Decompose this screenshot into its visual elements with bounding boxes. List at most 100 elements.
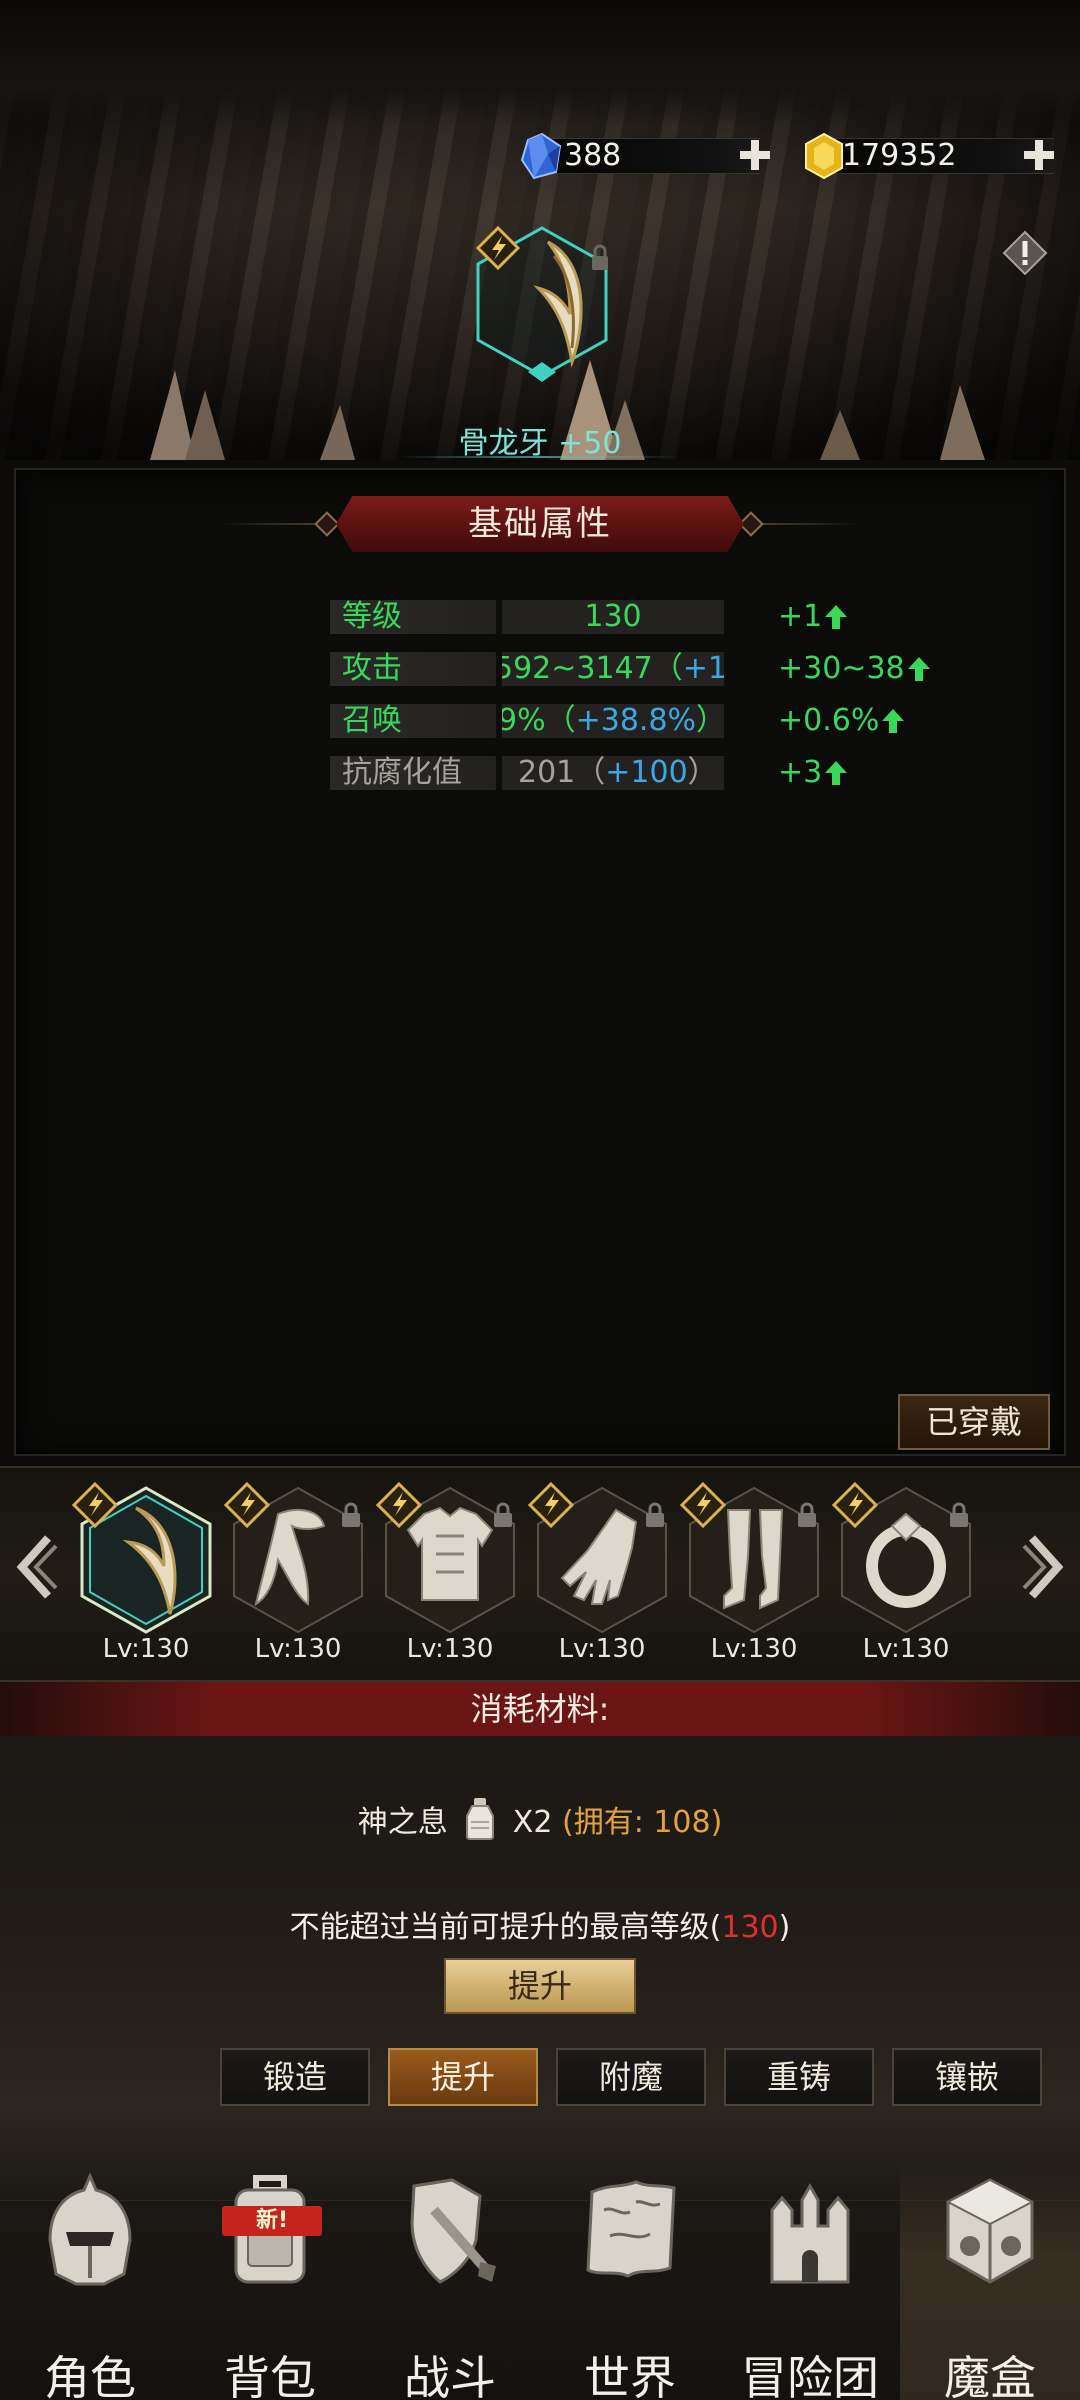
material-quantity: X2 xyxy=(512,1805,553,1840)
attribute-delta: +1 xyxy=(778,600,848,634)
lock-icon xyxy=(342,1502,360,1527)
status-strip xyxy=(0,0,1080,125)
chevron-right-icon[interactable] xyxy=(1018,1532,1068,1602)
legendary-badge-icon xyxy=(680,1482,726,1528)
attribute-delta-text: +30~38 xyxy=(778,651,905,686)
section-title-bar: 基础属性 xyxy=(0,496,1080,552)
material-owned: (拥有: 108) xyxy=(561,1805,723,1840)
nav-label: 角色 xyxy=(44,2351,136,2400)
nav-label: 冒险团 xyxy=(741,2351,879,2400)
up-arrow-icon xyxy=(825,605,848,629)
level-limit-notice: 不能超过当前可提升的最高等级(130) xyxy=(0,1902,1080,1946)
diamond-amount: 388 xyxy=(564,138,622,173)
add-diamond-button[interactable] xyxy=(736,136,774,174)
material-name: 神之息 xyxy=(357,1805,448,1840)
nav-label: 魔盒 xyxy=(944,2351,1036,2400)
nav-label: 战斗 xyxy=(404,2351,496,2400)
diamond-currency: 388 xyxy=(518,132,770,180)
material-row: 神之息 X2 (拥有: 108) xyxy=(0,1796,1080,1840)
castle-icon xyxy=(770,2182,850,2284)
attribute-delta-text: +3 xyxy=(778,755,823,790)
equipment-slot[interactable]: Lv:130 xyxy=(376,1480,524,1670)
materials-header: 消耗材料: xyxy=(0,1682,1080,1736)
equipment-slot[interactable]: Lv:130 xyxy=(528,1480,676,1670)
lock-icon xyxy=(592,244,608,270)
attribute-delta-text: +0.6% xyxy=(778,703,880,738)
tab-inlay[interactable]: 镶嵌 xyxy=(892,2048,1042,2106)
nav-label: 世界 xyxy=(584,2351,676,2400)
limit-level: 130 xyxy=(721,1910,779,1945)
slot-level: Lv:130 xyxy=(102,1634,190,1664)
equipment-slot[interactable]: Lv:130 xyxy=(832,1480,980,1670)
attribute-value-bonus: +38.8% xyxy=(575,704,697,738)
gold-amount: 179352 xyxy=(842,138,957,173)
lock-icon xyxy=(798,1502,816,1527)
sword-shield-icon xyxy=(410,2178,496,2284)
attribute-name: 等级 xyxy=(330,600,496,634)
attribute-delta: +3 xyxy=(778,756,848,790)
tab-forge[interactable]: 锻造 xyxy=(220,2048,370,2106)
tab-enchant[interactable]: 附魔 xyxy=(556,2048,706,2106)
nav-backpack[interactable]: 新! 背包 xyxy=(180,2160,360,2400)
chevron-left-icon[interactable] xyxy=(12,1532,62,1602)
up-arrow-icon xyxy=(882,709,905,733)
nav-battle[interactable]: 战斗 xyxy=(360,2160,540,2400)
attribute-value-end: ） xyxy=(696,704,724,738)
attribute-value-bonus: +16 xyxy=(682,652,724,686)
info-icon[interactable] xyxy=(1002,230,1048,276)
legendary-badge-icon xyxy=(528,1482,574,1528)
gold-crystal-icon xyxy=(805,132,843,180)
legendary-badge-icon xyxy=(376,1482,422,1528)
attribute-value-main: 201（ xyxy=(518,756,606,790)
equipped-tag: 已穿戴 xyxy=(898,1394,1050,1450)
gold-currency: 179352 xyxy=(800,132,1060,180)
slot-level: Lv:130 xyxy=(406,1634,494,1664)
limit-text-end: ) xyxy=(778,1910,791,1945)
potion-bottle-icon xyxy=(466,1798,495,1840)
lock-icon xyxy=(950,1502,968,1527)
legendary-badge-icon xyxy=(72,1482,118,1528)
slot-level: Lv:130 xyxy=(558,1634,646,1664)
attribute-value: 592~3147（+16 xyxy=(502,652,724,686)
nav-character[interactable]: 角色 xyxy=(0,2160,180,2400)
attribute-value: 130 xyxy=(502,600,724,634)
lock-icon xyxy=(646,1502,664,1527)
equipment-slot[interactable]: Lv:130 xyxy=(72,1480,220,1670)
attribute-delta: +30~38 xyxy=(778,652,931,686)
knight-helmet-icon xyxy=(48,2172,132,2286)
nav-adventure-team[interactable]: 冒险团 xyxy=(720,2160,900,2400)
equipment-slot[interactable]: Lv:130 xyxy=(680,1480,828,1670)
magic-box-icon xyxy=(945,2178,1035,2284)
attribute-value: 201（+100） xyxy=(502,756,724,790)
section-title: 基础属性 xyxy=(336,496,744,552)
up-arrow-icon xyxy=(907,657,930,681)
attribute-value-bonus: +100 xyxy=(605,756,688,790)
item-name-underline xyxy=(400,456,680,458)
nav-label: 背包 xyxy=(224,2351,316,2400)
nav-world[interactable]: 世界 xyxy=(540,2160,720,2400)
upgrade-button[interactable]: 提升 xyxy=(444,1958,636,2014)
attribute-delta-text: +1 xyxy=(778,599,823,634)
slot-level: Lv:130 xyxy=(862,1634,950,1664)
blue-crystal-icon xyxy=(520,132,562,180)
legendary-badge-icon xyxy=(224,1482,270,1528)
attribute-name: 抗腐化值 xyxy=(330,756,496,790)
attribute-value-main: 592~3147（ xyxy=(502,652,683,686)
tab-upgrade[interactable]: 提升 xyxy=(388,2048,538,2106)
attribute-name: 召唤 xyxy=(330,704,496,738)
up-arrow-icon xyxy=(825,761,848,785)
attribute-name: 攻击 xyxy=(330,652,496,686)
limit-text: 不能超过当前可提升的最高等级( xyxy=(289,1910,722,1945)
attribute-value-end: ） xyxy=(687,756,718,790)
selected-item-frame[interactable] xyxy=(468,222,616,384)
lock-icon xyxy=(494,1502,512,1527)
attribute-value: 9%（+38.8%） xyxy=(502,704,724,738)
legendary-badge-icon xyxy=(832,1482,878,1528)
world-map-icon xyxy=(586,2180,676,2278)
equipment-slot[interactable]: Lv:130 xyxy=(224,1480,372,1670)
tab-recast[interactable]: 重铸 xyxy=(724,2048,874,2106)
add-gold-button[interactable] xyxy=(1020,136,1058,174)
nav-magic-box[interactable]: 魔盒 xyxy=(900,2160,1080,2400)
slot-level: Lv:130 xyxy=(710,1634,798,1664)
attribute-value-main: 9%（ xyxy=(502,704,576,738)
